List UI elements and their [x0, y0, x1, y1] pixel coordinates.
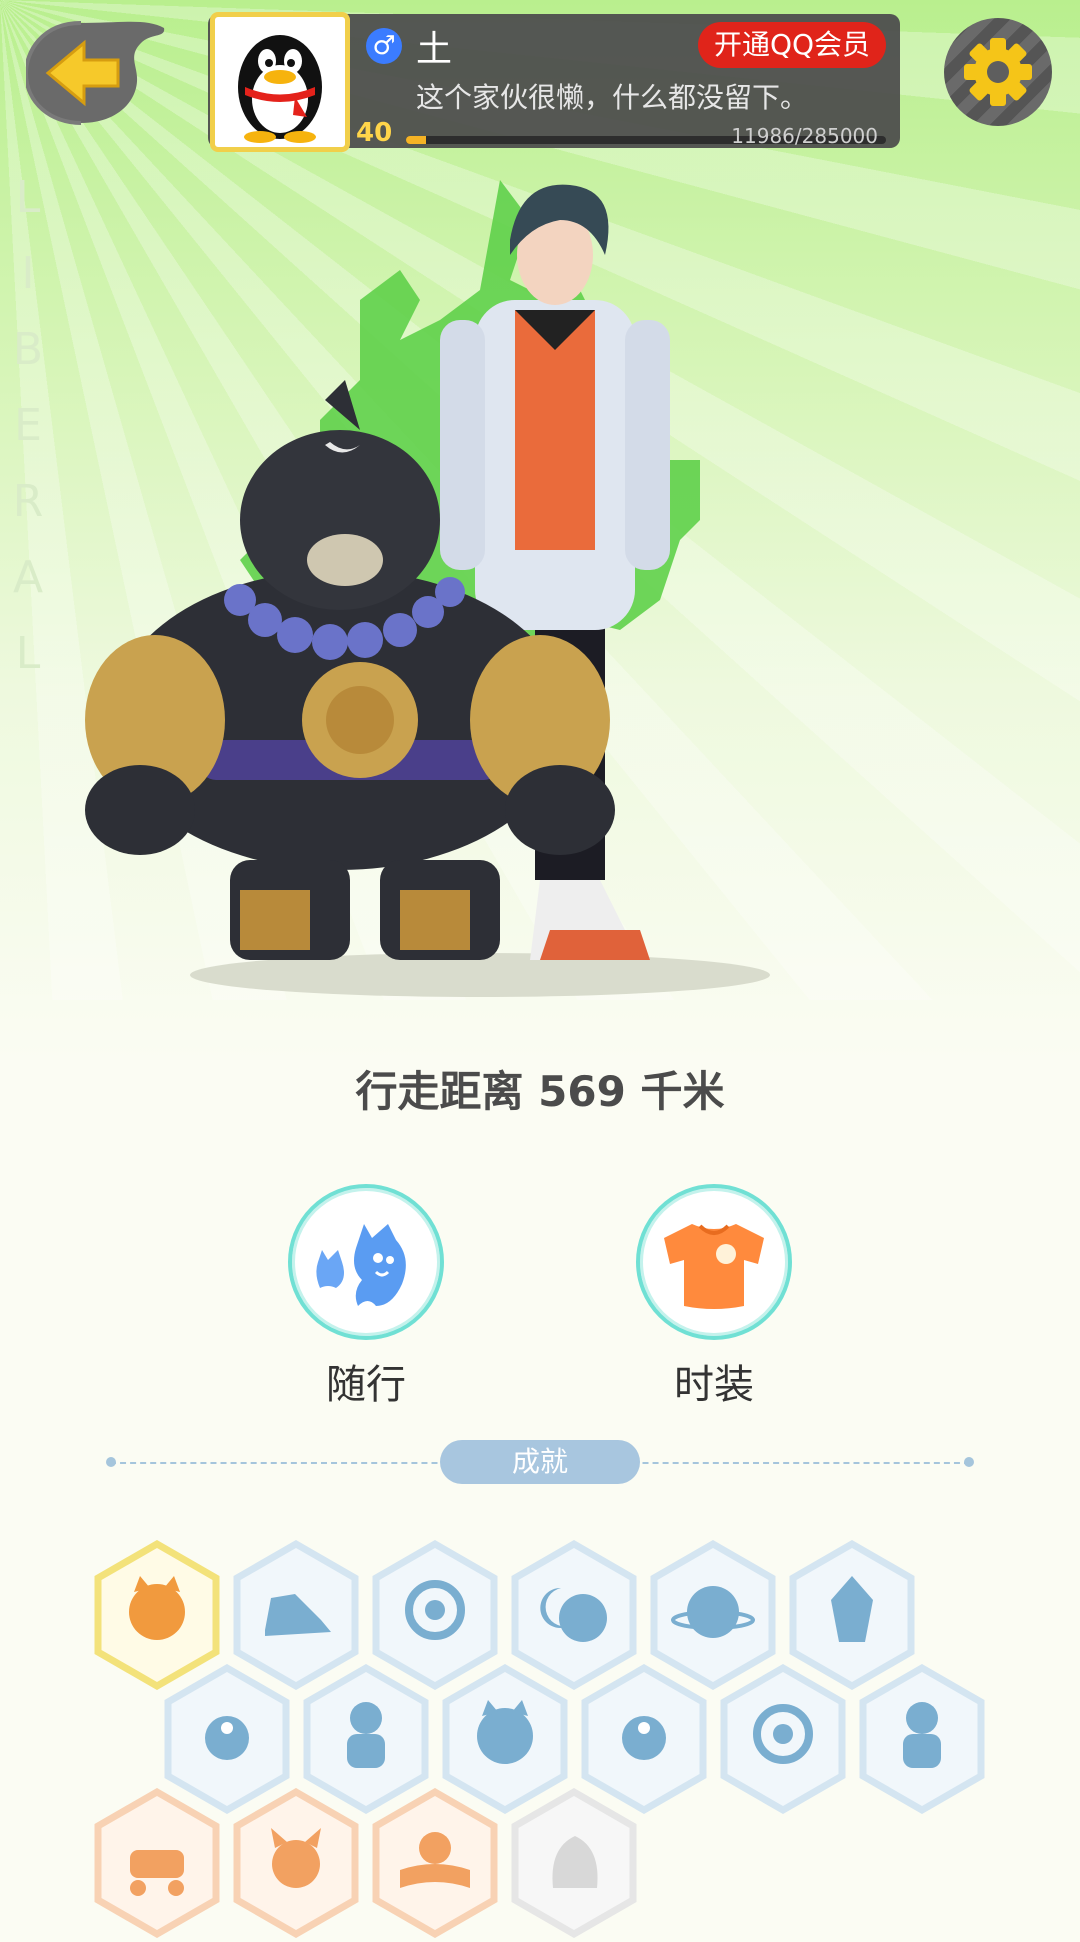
- divider-dot: [106, 1457, 116, 1467]
- avatar[interactable]: [210, 12, 350, 152]
- divider-dot: [964, 1457, 974, 1467]
- stroller-badge[interactable]: [92, 1787, 222, 1939]
- username: 土: [416, 29, 453, 70]
- fashion-label: 时装: [674, 1362, 754, 1408]
- devil-badge[interactable]: [231, 1787, 361, 1939]
- book-badge[interactable]: [370, 1787, 500, 1939]
- settings-button[interactable]: [944, 18, 1052, 126]
- side-letter: L: [15, 172, 41, 223]
- xp-progress-fill: [406, 136, 427, 144]
- level-badge: 40: [356, 118, 393, 148]
- fashion-circle: [636, 1184, 792, 1340]
- character-illustration: [85, 180, 770, 997]
- penguin-avatar-icon: [238, 35, 322, 143]
- xp-text: 11986/285000: [731, 124, 878, 148]
- companion-button[interactable]: 随行: [286, 1184, 446, 1410]
- walk-distance-text: 行走距离 569 千米: [355, 1067, 725, 1116]
- side-letter: R: [12, 476, 44, 527]
- side-letter: I: [21, 248, 35, 299]
- bear-badge[interactable]: [857, 1663, 987, 1815]
- back-button[interactable]: [23, 18, 166, 128]
- fashion-button[interactable]: 时装: [634, 1184, 794, 1410]
- side-letter: L: [15, 628, 41, 679]
- tshirt-icon: [664, 1224, 764, 1309]
- side-letter: B: [12, 324, 44, 375]
- side-letter: A: [12, 552, 44, 603]
- signature-text: 这个家伙很懒，什么都没留下。: [416, 81, 809, 114]
- gear-icon: [964, 38, 1032, 106]
- character-stage[interactable]: [60, 160, 960, 1020]
- side-vertical-text: L I B E R A L: [8, 160, 48, 692]
- back-arrow-icon: [23, 21, 165, 125]
- dragon-locked-badge[interactable]: [509, 1787, 639, 1939]
- open-qq-vip-button[interactable]: 开通QQ会员: [698, 22, 886, 68]
- ghost-pets-icon: [316, 1224, 406, 1306]
- gender-male-icon: ♂: [366, 28, 402, 64]
- achievements-title[interactable]: 成就: [440, 1440, 640, 1484]
- companion-label: 随行: [326, 1362, 406, 1408]
- companion-circle: [288, 1184, 444, 1340]
- side-letter: E: [14, 400, 42, 451]
- shield-badge[interactable]: [718, 1663, 848, 1815]
